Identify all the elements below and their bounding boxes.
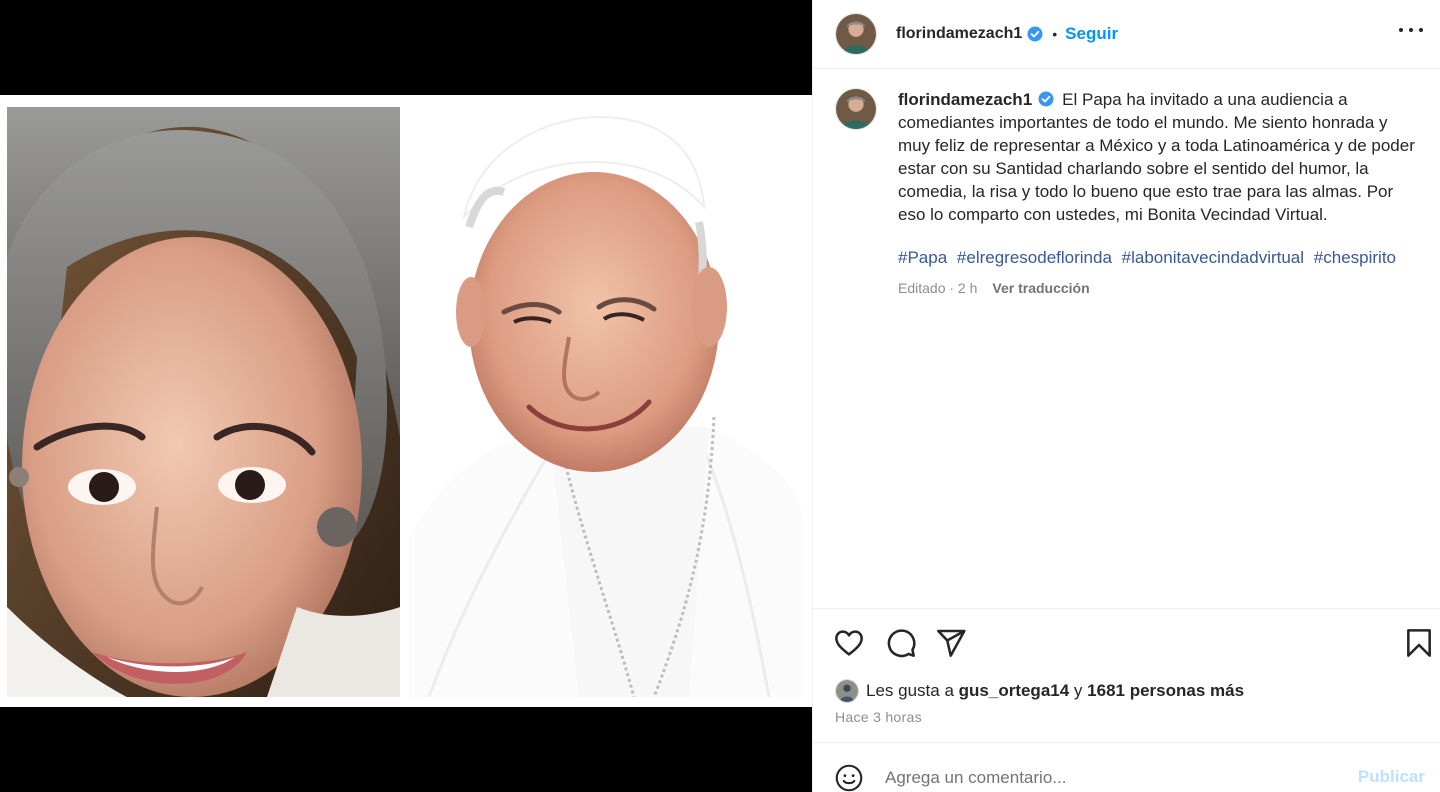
caption-username[interactable]: florindamezach1 — [898, 90, 1032, 109]
likes-count-link[interactable]: 1681 personas más — [1087, 681, 1244, 701]
likes-conjunction: y — [1073, 681, 1083, 700]
comment-box: Publicar — [813, 742, 1440, 792]
translate-button[interactable]: Ver traducción — [992, 277, 1089, 300]
hashtag-link[interactable]: #chespirito — [1314, 248, 1396, 267]
verified-badge-icon — [1038, 90, 1054, 107]
hashtags: #Papa #elregresodeflorinda #labonitaveci… — [898, 246, 1418, 269]
avatar[interactable] — [835, 13, 877, 55]
likes-prefix: Les gusta a — [866, 681, 954, 700]
action-bar — [813, 609, 1440, 675]
likes-summary: Les gusta a gus_ortega14 y 1681 personas… — [835, 679, 1244, 703]
hashtag-link[interactable]: #Papa — [898, 248, 947, 267]
hashtag-link[interactable]: #labonitavecindadvirtual — [1122, 248, 1304, 267]
photo-woman-portrait — [7, 107, 400, 697]
verified-badge-icon — [1027, 26, 1043, 42]
follow-button[interactable]: Seguir — [1065, 24, 1118, 44]
actions-section: Les gusta a gus_ortega14 y 1681 personas… — [813, 608, 1440, 725]
liker-username[interactable]: gus_ortega14 — [959, 681, 1070, 701]
liker-avatar[interactable] — [835, 679, 859, 703]
separator-dot: • — [1052, 26, 1058, 42]
more-options-icon[interactable] — [1397, 20, 1425, 40]
caption-avatar[interactable] — [835, 88, 877, 130]
caption: florindamezach1 El Papa ha invitado a una… — [835, 88, 1425, 300]
post-timestamp: Hace 3 horas — [835, 709, 922, 725]
post-header: florindamezach1 • Seguir — [813, 0, 1440, 69]
post-media — [0, 0, 812, 792]
caption-body: florindamezach1 El Papa ha invitado a una… — [898, 88, 1418, 300]
post-details-panel: florindamezach1 • Seguir florindamezach1… — [812, 0, 1440, 792]
bookmark-icon[interactable] — [1403, 627, 1435, 659]
emoji-icon[interactable] — [835, 764, 863, 792]
comment-input[interactable] — [885, 765, 1345, 791]
photo-pope-portrait — [409, 107, 803, 697]
post-image[interactable] — [0, 95, 812, 707]
edited-timestamp: Editado · 2 h — [898, 280, 978, 296]
publish-button[interactable]: Publicar — [1358, 767, 1425, 787]
caption-meta: Editado · 2 h Ver traducción — [898, 277, 1418, 300]
caption-text: El Papa ha invitado a una audiencia a co… — [898, 90, 1415, 224]
header-username[interactable]: florindamezach1 — [896, 25, 1022, 43]
hashtag-link[interactable]: #elregresodeflorinda — [957, 248, 1112, 267]
heart-icon[interactable] — [833, 627, 865, 659]
comment-icon[interactable] — [885, 627, 917, 659]
share-icon[interactable] — [935, 627, 967, 659]
